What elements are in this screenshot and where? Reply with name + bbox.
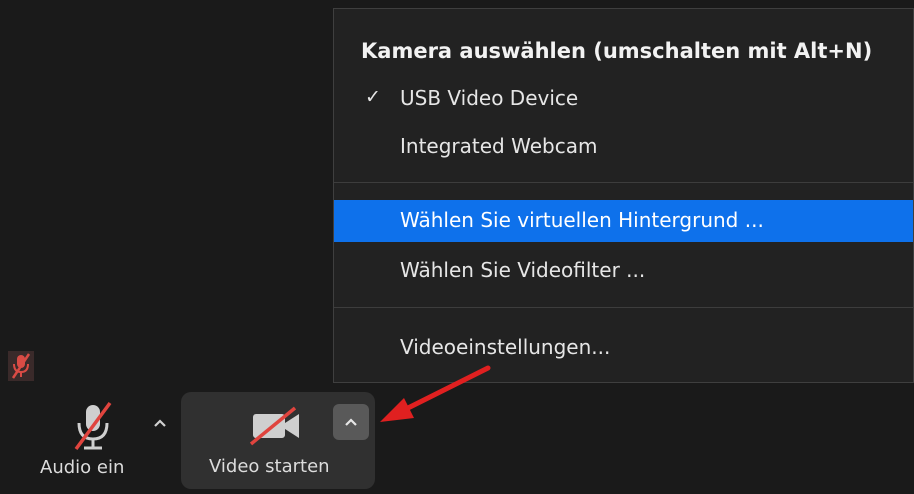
menu-item-label: USB Video Device xyxy=(400,86,579,110)
muted-mic-indicator-icon xyxy=(8,351,34,381)
menu-item-integrated-webcam[interactable]: Integrated Webcam xyxy=(334,126,913,168)
microphone-muted-icon xyxy=(74,401,112,451)
audio-button[interactable]: Audio ein xyxy=(30,393,166,488)
red-arrow-annotation-icon xyxy=(380,365,491,422)
menu-item-virtual-background[interactable]: Wählen Sie virtuellen Hintergrund ... xyxy=(334,200,913,242)
menu-item-video-filter[interactable]: Wählen Sie Videofilter ... xyxy=(334,250,913,292)
audio-button-label: Audio ein xyxy=(40,457,125,478)
zoom-meeting-window: Kamera auswählen (umschalten mit Alt+N) … xyxy=(0,0,914,494)
checkmark-icon: ✓ xyxy=(365,86,381,108)
camera-menu: Kamera auswählen (umschalten mit Alt+N) … xyxy=(333,8,914,383)
camera-menu-title: Kamera auswählen (umschalten mit Alt+N) xyxy=(361,39,873,63)
caret-up-icon xyxy=(345,418,357,426)
menu-divider xyxy=(334,182,913,183)
menu-item-label: Wählen Sie Videofilter ... xyxy=(400,258,646,282)
menu-item-usb-video-device[interactable]: ✓ USB Video Device xyxy=(334,78,913,120)
video-options-caret[interactable] xyxy=(333,404,369,440)
menu-item-label: Videoeinstellungen... xyxy=(400,335,611,359)
caret-up-icon xyxy=(154,419,166,427)
menu-item-label: Wählen Sie virtuellen Hintergrund ... xyxy=(400,208,764,232)
menu-divider xyxy=(334,307,913,308)
video-button[interactable]: Video starten xyxy=(181,392,375,489)
audio-options-caret[interactable] xyxy=(142,405,178,441)
camera-off-icon xyxy=(249,406,299,446)
menu-item-label: Integrated Webcam xyxy=(400,134,598,158)
video-button-label: Video starten xyxy=(209,456,330,477)
